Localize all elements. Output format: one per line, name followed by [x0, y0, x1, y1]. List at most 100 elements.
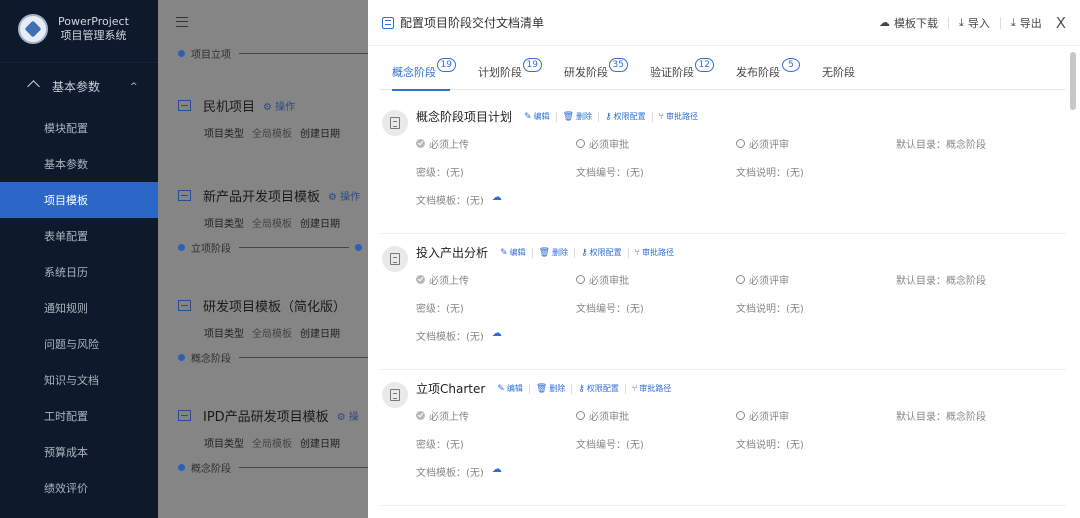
sidebar-item-notify-rules[interactable]: 通知规则: [0, 290, 158, 326]
chevron-up-icon: ^: [130, 81, 138, 92]
radio-icon: [576, 275, 585, 284]
tab-no-stage[interactable]: 无阶段: [822, 54, 855, 90]
drawer-header: 配置项目阶段交付文档清单 ☁ 模板下载 ⤓ 导入 ⤓ 导出 X: [368, 0, 1080, 46]
import-icon: ⤓: [958, 15, 964, 29]
close-icon[interactable]: X: [1056, 14, 1066, 32]
key-icon: ⚷: [605, 111, 612, 122]
sidebar-item-system-calendar[interactable]: 系统日历: [0, 254, 158, 290]
tab-plan-stage[interactable]: 计划阶段 19: [478, 54, 542, 90]
approval-path-button[interactable]: ⑂ 审批路径: [632, 383, 671, 394]
doc-name: 概念阶段项目计划: [416, 110, 513, 124]
brand-subtitle: 项目管理系统: [60, 29, 127, 42]
delete-button[interactable]: 🗑 删除: [539, 247, 568, 258]
doc-name: 立项Charter: [416, 382, 486, 396]
list-item: 概念阶段项目计划 ✎ 编辑 🗑 删除 ⚷ 权限配置 ⑂ 审批路径 必须上传 必须审批 必…: [380, 98, 1066, 234]
template-icon: [178, 300, 191, 311]
count-badge: 35: [608, 57, 628, 72]
menu-collapse-icon[interactable]: [176, 17, 188, 27]
delete-button[interactable]: 🗑 删除: [563, 111, 592, 122]
tab-rd-stage[interactable]: 研发阶段 35: [564, 54, 628, 90]
branch-icon: ⑂: [631, 383, 638, 394]
sidebar-item-budget-cost[interactable]: 预算成本: [0, 434, 158, 470]
template-icon: [178, 410, 191, 421]
edit-button[interactable]: ✎ 编辑: [500, 247, 526, 258]
template-card[interactable]: IPD产品研发项目模板 ⚙ 操 项目类型 全局模板 创建日期 概念阶段: [178, 406, 378, 475]
trash-icon: 🗑: [538, 247, 550, 258]
sidebar: PowerProject 项目管理系统 基本参数 ^ 模块配置 基本参数 项目模…: [0, 0, 158, 518]
checked-icon: [416, 275, 425, 284]
document-icon: [382, 110, 408, 136]
sidebar-item-knowledge-docs[interactable]: 知识与文档: [0, 362, 158, 398]
tab-verify-stage[interactable]: 验证阶段 12: [650, 54, 714, 90]
stage-tabs: 概念阶段 19 计划阶段 19 研发阶段 35 验证阶段 12 发布阶段 5 无阶段: [380, 54, 1066, 91]
doc-list: 概念阶段项目计划 ✎ 编辑 🗑 删除 ⚷ 权限配置 ⑂ 审批路径 必须上传 必须审批 必…: [380, 98, 1066, 506]
template-op-link[interactable]: ⚙ 操作: [263, 98, 295, 113]
approval-path-button[interactable]: ⑂ 审批路径: [659, 111, 698, 122]
cloud-upload-icon[interactable]: ☁: [492, 192, 502, 207]
edit-icon: ✎: [524, 111, 532, 122]
branch-icon: ⑂: [634, 247, 640, 258]
permission-button[interactable]: ⚷ 权限配置: [578, 383, 619, 394]
checked-icon: [416, 411, 425, 420]
branch-icon: ⑂: [658, 111, 664, 122]
edit-button[interactable]: ✎ 编辑: [524, 111, 550, 122]
delete-button[interactable]: 🗑 删除: [536, 383, 565, 394]
template-op-link[interactable]: ⚙ 操: [337, 408, 359, 423]
tab-concept-stage[interactable]: 概念阶段 19: [392, 54, 456, 91]
cloud-upload-icon[interactable]: ☁: [492, 464, 502, 479]
radio-icon: [736, 275, 745, 284]
radio-icon: [576, 411, 585, 420]
template-card[interactable]: 新产品开发项目模板 ⚙ 操作 项目类型全局模板创建日期 立项阶段 研: [178, 186, 378, 255]
count-badge: 5: [782, 57, 800, 72]
template-card[interactable]: 研发项目模板（简化版） 项目类型 全局模板 创建日期 概念阶段: [178, 296, 378, 365]
export-button[interactable]: ⤓ 导出: [1011, 15, 1042, 31]
template-title: 新产品开发项目模板: [203, 190, 321, 205]
sidebar-item-basic-params[interactable]: 基本参数: [0, 146, 158, 182]
drawer-title: 配置项目阶段交付文档清单: [400, 16, 545, 30]
stage-dot: [355, 244, 362, 251]
sidebar-group-basic-params[interactable]: 基本参数 ^: [0, 62, 158, 110]
sidebar-group-label: 基本参数: [52, 80, 101, 94]
permission-button[interactable]: ⚷ 权限配置: [581, 247, 622, 258]
edit-button[interactable]: ✎ 编辑: [497, 383, 523, 394]
tab-release-stage[interactable]: 发布阶段 5: [736, 54, 800, 90]
template-title: IPD产品研发项目模板: [203, 410, 329, 425]
approval-path-button[interactable]: ⑂ 审批路径: [635, 247, 674, 258]
app-logo: [18, 14, 48, 44]
template-title: 研发项目模板（简化版）: [203, 300, 347, 315]
sidebar-item-issues-risks[interactable]: 问题与风险: [0, 326, 158, 362]
sidebar-item-form-config[interactable]: 表单配置: [0, 218, 158, 254]
stage-label: 项目立项: [191, 50, 231, 61]
stage-label: 立项阶段: [191, 244, 231, 255]
home-icon: [28, 81, 40, 93]
template-op-link[interactable]: ⚙ 操作: [328, 188, 360, 203]
sidebar-item-module-config[interactable]: 模块配置: [0, 110, 158, 146]
import-button[interactable]: ⤓ 导入: [959, 15, 990, 31]
template-icon: [178, 100, 191, 111]
stage-label: 概念阶段: [191, 354, 231, 365]
sidebar-nav: 模块配置 基本参数 项目模板 表单配置 系统日历 通知规则 问题与风险 知识与文…: [0, 110, 158, 506]
radio-icon: [736, 139, 745, 148]
document-icon: [382, 246, 408, 272]
stage-dot: [178, 464, 185, 471]
list-icon: [382, 16, 394, 29]
template-card[interactable]: 民机项目 ⚙ 操作 项目类型 全局模板 创建日期: [178, 96, 378, 140]
radio-icon: [576, 139, 585, 148]
doc-name: 投入产出分析: [416, 246, 489, 260]
cloud-download-icon: ☁: [878, 16, 890, 29]
key-icon: ⚷: [578, 383, 585, 394]
sidebar-item-performance[interactable]: 绩效评价: [0, 470, 158, 506]
permission-button[interactable]: ⚷ 权限配置: [605, 111, 646, 122]
export-icon: ⤓: [1010, 15, 1016, 29]
sidebar-item-project-templates[interactable]: 项目模板: [0, 182, 158, 218]
brand-name: PowerProject: [58, 15, 129, 28]
template-download-button[interactable]: ☁ 模板下载: [879, 15, 938, 31]
key-icon: ⚷: [581, 247, 588, 258]
cloud-upload-icon[interactable]: ☁: [492, 328, 502, 343]
checked-icon: [416, 139, 425, 148]
sidebar-item-timesheet-config[interactable]: 工时配置: [0, 398, 158, 434]
template-title: 民机项目: [203, 100, 256, 115]
edit-icon: ✎: [497, 383, 505, 394]
list-item: 立项Charter ✎ 编辑 🗑 删除 ⚷ 权限配置 ⑂ 审批路径 必须上传 必须审批 …: [380, 370, 1066, 506]
scrollbar[interactable]: [1070, 52, 1076, 110]
